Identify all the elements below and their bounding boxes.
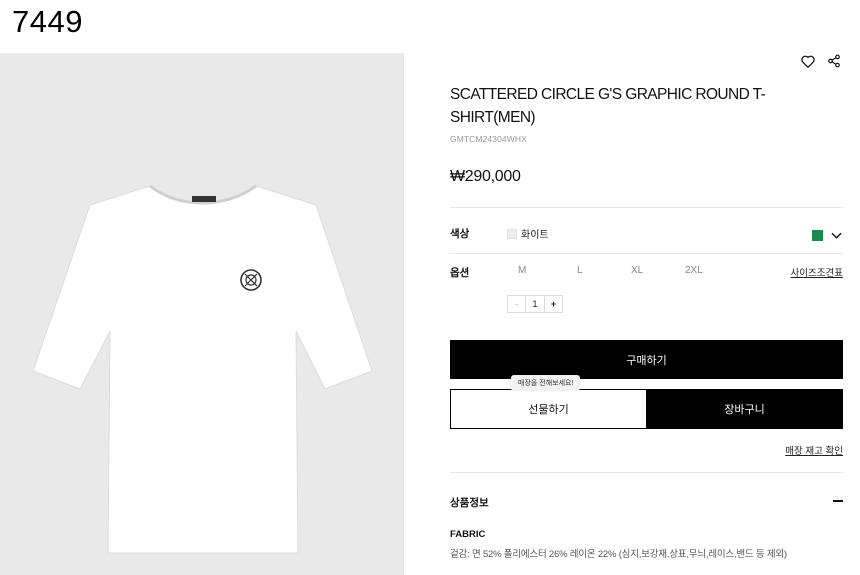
option-label: 옵션 bbox=[450, 267, 470, 279]
product-code: GMTCM24304WHX bbox=[450, 134, 527, 144]
chevron-down-icon[interactable] bbox=[831, 226, 842, 244]
quantity-decrease-button[interactable]: - bbox=[508, 296, 526, 312]
tshirt-body bbox=[32, 185, 373, 554]
divider bbox=[450, 207, 843, 208]
white-swatch bbox=[507, 228, 517, 239]
divider bbox=[450, 253, 843, 254]
product-title: SCATTERED CIRCLE G'S GRAPHIC ROUND T-SHI… bbox=[450, 86, 766, 126]
collapse-icon[interactable] bbox=[833, 500, 843, 502]
size-option-l[interactable]: L bbox=[577, 265, 583, 276]
cart-button[interactable]: 장바구니 bbox=[646, 389, 843, 429]
neck-label bbox=[192, 196, 216, 202]
product-price: ₩290,000 bbox=[450, 168, 521, 185]
store-stock-link[interactable]: 매장 재고 확인 bbox=[785, 443, 843, 457]
quantity-stepper: - 1 + bbox=[507, 295, 563, 313]
color-select[interactable] bbox=[812, 226, 842, 244]
size-option-xl[interactable]: XL bbox=[631, 265, 643, 276]
gift-button[interactable]: 선물하기 bbox=[450, 389, 647, 429]
share-icon[interactable] bbox=[826, 53, 842, 69]
size-option-m[interactable]: M bbox=[518, 265, 526, 276]
heart-icon[interactable] bbox=[800, 53, 816, 69]
product-info-heading[interactable]: 상품정보 bbox=[450, 495, 489, 510]
selected-color[interactable]: 화이트 bbox=[507, 226, 549, 241]
quantity-value[interactable]: 1 bbox=[526, 296, 544, 312]
gift-tooltip: 매장을 전해보세요! bbox=[511, 375, 581, 391]
page-id-label: 7449 bbox=[12, 4, 83, 39]
fabric-label: FABRIC bbox=[450, 529, 486, 540]
tshirt-illustration bbox=[32, 184, 373, 554]
fabric-description: 겉감: 면 52% 폴리에스터 26% 레이온 22% (심지,보강재,상표,무… bbox=[450, 549, 787, 560]
color-label: 색상 bbox=[450, 228, 470, 240]
divider bbox=[450, 472, 843, 473]
size-chart-link[interactable]: 사이즈조견표 bbox=[791, 265, 843, 279]
buy-button[interactable]: 구매하기 bbox=[450, 340, 843, 379]
product-image[interactable] bbox=[0, 53, 404, 575]
quantity-increase-button[interactable]: + bbox=[544, 296, 562, 312]
green-swatch[interactable] bbox=[812, 229, 823, 241]
selected-color-name: 화이트 bbox=[521, 230, 549, 241]
size-option-2xl[interactable]: 2XL bbox=[685, 265, 703, 276]
